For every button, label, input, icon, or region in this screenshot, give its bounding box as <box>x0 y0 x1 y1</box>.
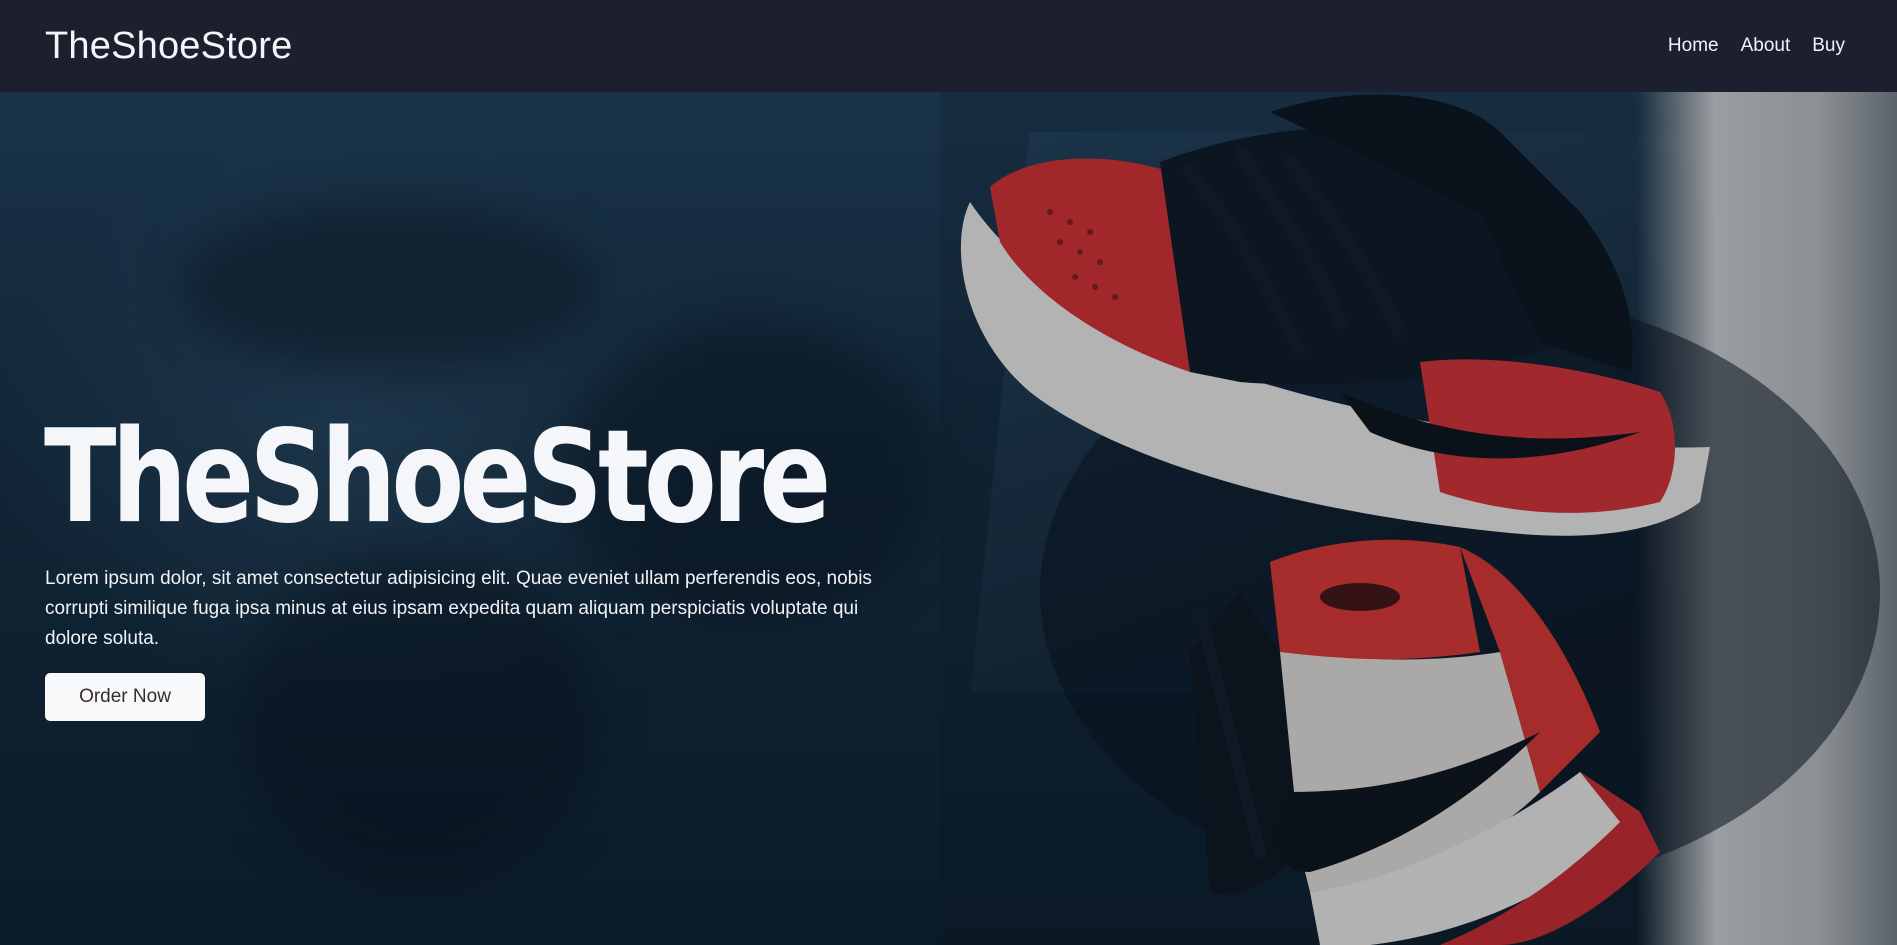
nav-item-home: Home <box>1668 35 1719 57</box>
hero-section: TheShoeStore Lorem ipsum dolor, sit amet… <box>0 92 1897 945</box>
brand-logo-link[interactable]: TheShoeStore <box>45 27 292 65</box>
wall-shadow <box>180 202 600 372</box>
hero-title: TheShoeStore <box>44 403 831 552</box>
nav-item-about: About <box>1741 35 1791 57</box>
nav-link-about[interactable]: About <box>1741 35 1791 56</box>
nav-link-buy[interactable]: Buy <box>1812 35 1845 56</box>
order-now-button[interactable]: Order Now <box>45 673 205 721</box>
nav-links: Home About Buy <box>1668 35 1845 57</box>
hero-description: Lorem ipsum dolor, sit amet consectetur … <box>45 568 872 649</box>
image-tint <box>940 92 1897 945</box>
hero-sneakers-image <box>940 92 1897 945</box>
nav-item-buy: Buy <box>1812 35 1845 57</box>
nav-link-home[interactable]: Home <box>1668 35 1719 56</box>
navbar: TheShoeStore Home About Buy <box>0 0 1897 92</box>
